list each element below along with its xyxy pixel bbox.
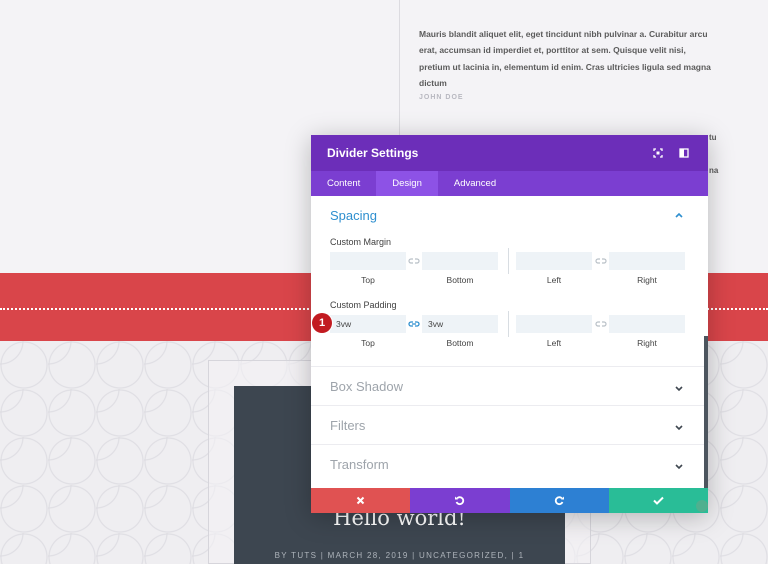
undo-icon	[455, 496, 465, 506]
box-shadow-section[interactable]: Box Shadow	[311, 366, 708, 405]
sidebar-toggle-icon[interactable]	[676, 145, 692, 161]
custom-margin-label: Custom Margin	[330, 237, 392, 247]
link-active-icon[interactable]	[407, 319, 421, 329]
section-title: Transform	[330, 457, 389, 472]
chevron-down-icon	[675, 425, 683, 431]
expand-icon[interactable]	[650, 145, 666, 161]
scrollbar[interactable]	[704, 336, 708, 496]
settings-body: Spacing Custom Margin Top Bottom Left Ri…	[311, 196, 708, 496]
padding-bottom-input[interactable]: 3vw	[422, 315, 498, 333]
cancel-button[interactable]	[311, 488, 411, 513]
step-badge: 1	[312, 313, 332, 333]
margin-bottom-input[interactable]	[422, 252, 498, 270]
close-icon	[356, 496, 365, 505]
testimonial-author: JOHN DOE	[419, 94, 464, 101]
tab-design[interactable]: Design	[376, 171, 438, 196]
spacing-section-title[interactable]: Spacing	[330, 208, 377, 223]
padding-right-input[interactable]	[609, 315, 685, 333]
sub-label: Bottom	[446, 338, 474, 348]
peek-text: na	[709, 166, 719, 175]
resize-handle[interactable]	[696, 500, 708, 512]
redo-button[interactable]	[509, 488, 609, 513]
sub-label: Right	[637, 338, 657, 348]
filters-section[interactable]: Filters	[311, 405, 708, 444]
padding-top-input[interactable]: 3vw	[330, 315, 406, 333]
divider-settings-modal: Divider Settings Content Design Advanced…	[311, 135, 708, 513]
margin-left-input[interactable]	[516, 252, 592, 270]
margin-right-input[interactable]	[609, 252, 685, 270]
field-divider	[508, 311, 509, 337]
field-divider	[508, 248, 509, 274]
settings-tabs: Content Design Advanced	[311, 171, 708, 196]
section-title: Filters	[330, 418, 366, 433]
peek-text: tu	[709, 133, 717, 142]
tab-content[interactable]: Content	[311, 171, 376, 196]
testimonial-text: Mauris blandit aliquet elit, eget tincid…	[419, 29, 711, 88]
sub-label: Left	[546, 275, 562, 285]
chevron-down-icon	[675, 386, 683, 392]
chevron-up-icon[interactable]	[674, 210, 684, 220]
link-icon[interactable]	[594, 319, 608, 329]
modal-title: Divider Settings	[327, 146, 419, 160]
tab-advanced[interactable]: Advanced	[438, 171, 512, 196]
check-icon	[653, 496, 664, 505]
modal-footer	[311, 488, 708, 513]
section-title: Box Shadow	[330, 379, 403, 394]
chevron-down-icon	[675, 464, 683, 470]
margin-top-input[interactable]	[330, 252, 406, 270]
transform-section[interactable]: Transform	[311, 444, 708, 483]
sub-label: Right	[637, 275, 657, 285]
link-icon[interactable]	[407, 256, 421, 266]
undo-button[interactable]	[410, 488, 510, 513]
link-icon[interactable]	[594, 256, 608, 266]
save-button[interactable]	[608, 488, 708, 513]
sub-label: Bottom	[446, 275, 474, 285]
custom-padding-label: Custom Padding	[330, 300, 397, 310]
sub-label: Top	[361, 338, 375, 348]
modal-header[interactable]: Divider Settings	[311, 135, 708, 171]
redo-icon	[554, 496, 564, 506]
sub-label: Left	[546, 338, 562, 348]
post-meta: BY TUTS | MARCH 28, 2019 | UNCATEGORIZED…	[274, 551, 525, 560]
sub-label: Top	[361, 275, 375, 285]
padding-left-input[interactable]	[516, 315, 592, 333]
